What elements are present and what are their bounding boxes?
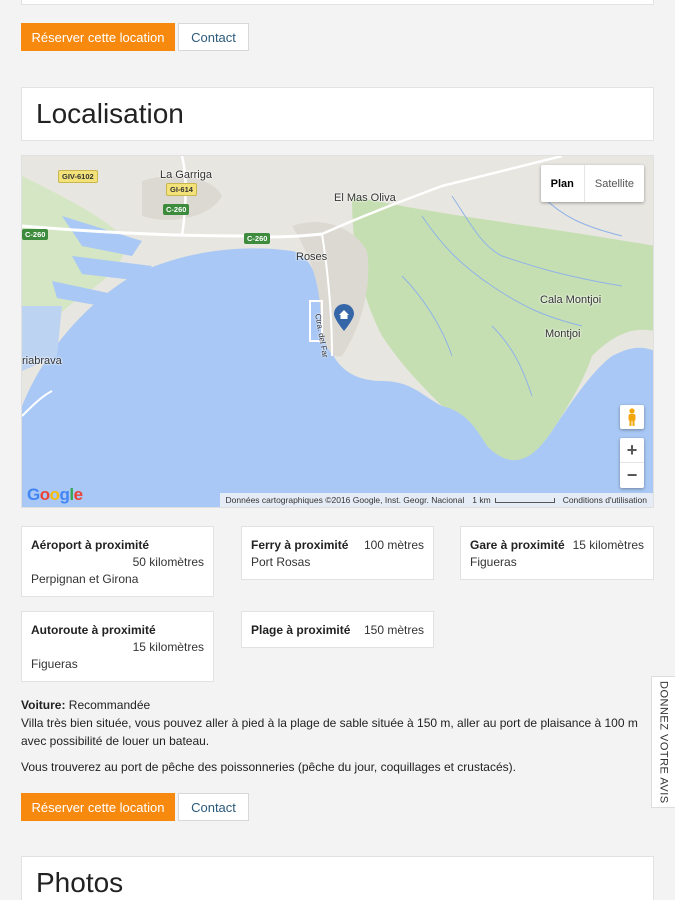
road-label-c260-c: C-260 xyxy=(22,229,49,240)
map-terms-link[interactable]: Conditions d'utilisation xyxy=(563,495,647,505)
location-section-title: Localisation xyxy=(21,87,654,141)
reserve-button-bottom[interactable]: Réserver cette location xyxy=(21,793,175,821)
highway-label: Autoroute à proximité xyxy=(31,623,156,637)
train-distance: 15 kilomètres xyxy=(572,538,644,552)
description-text-1: Villa très bien située, vous pouvez alle… xyxy=(21,716,638,748)
airport-card: Aéroport à proximité 50 kilomètres Perpi… xyxy=(21,526,214,597)
ferry-detail: Port Rosas xyxy=(251,555,311,569)
map-type-plan[interactable]: Plan xyxy=(541,165,585,202)
airport-distance: 50 kilomètres xyxy=(132,555,204,569)
place-cala-montjoi: Cala Montjoi xyxy=(540,294,602,306)
train-detail: Figueras xyxy=(470,555,517,569)
action-buttons-bottom: Réserver cette location Contact xyxy=(21,793,249,821)
previous-section-card xyxy=(21,0,654,5)
highway-distance: 15 kilomètres xyxy=(132,640,204,654)
map-attribution: Données cartographiques ©2016 Google, In… xyxy=(225,495,465,505)
description-text-2: Vous trouverez au port de pêche des pois… xyxy=(21,760,516,774)
road-label-c260-b: C-260 xyxy=(244,233,271,244)
map-scale: 1 km xyxy=(472,495,555,505)
map-type-satellite[interactable]: Satellite xyxy=(585,165,644,202)
reserve-button[interactable]: Réserver cette location xyxy=(21,23,175,51)
car-info: Voiture: Recommandée xyxy=(21,698,151,712)
map-type-control: Plan Satellite xyxy=(540,165,644,202)
highway-card: Autoroute à proximité 15 kilomètres Figu… xyxy=(21,611,214,682)
zoom-in-button[interactable]: + xyxy=(620,438,644,463)
road-label-giv6102: GIV-6102 xyxy=(58,170,98,183)
ferry-card: Ferry à proximité 100 mètres Port Rosas xyxy=(241,526,434,580)
feedback-tab[interactable]: DONNEZ VOTRE AVIS xyxy=(651,676,675,808)
google-logo: Google xyxy=(27,485,83,504)
beach-label: Plage à proximité xyxy=(251,623,351,637)
beach-distance: 150 mètres xyxy=(363,623,424,637)
road-label-gi614: GI-614 xyxy=(166,183,197,196)
zoom-control: + − xyxy=(620,438,644,488)
place-roses: Roses xyxy=(296,251,328,263)
place-riabrava: riabrava xyxy=(22,355,62,367)
feedback-tab-label: DONNEZ VOTRE AVIS xyxy=(657,680,670,804)
location-description: Voiture: Recommandée Villa très bien sit… xyxy=(21,696,651,784)
location-map[interactable]: GIV-6102 GI-614 C-260 C-260 C-260 La Gar… xyxy=(21,155,654,508)
map-attribution-bar: Données cartographiques ©2016 Google, In… xyxy=(219,493,653,507)
contact-button[interactable]: Contact xyxy=(178,23,249,51)
action-buttons-top: Réserver cette location Contact xyxy=(21,23,249,51)
pegman-icon[interactable] xyxy=(620,405,644,429)
photos-section-title: Photos xyxy=(21,856,654,900)
place-montjoi: Montjoi xyxy=(545,328,581,340)
beach-card: Plage à proximité 150 mètres xyxy=(241,611,434,648)
train-label: Gare à proximité xyxy=(470,538,565,552)
airport-label: Aéroport à proximité xyxy=(31,538,150,552)
place-el-mas-oliva: El Mas Oliva xyxy=(334,192,396,204)
zoom-out-button[interactable]: − xyxy=(620,463,644,488)
road-label-c260-a: C-260 xyxy=(163,204,190,215)
highway-detail: Figueras xyxy=(31,657,78,671)
train-card: Gare à proximité 15 kilomètres Figueras xyxy=(460,526,654,580)
ferry-distance: 100 mètres xyxy=(363,538,424,552)
place-la-garriga: La Garriga xyxy=(160,169,212,181)
contact-button-bottom[interactable]: Contact xyxy=(178,793,249,821)
house-marker-icon[interactable] xyxy=(333,304,355,332)
airport-detail: Perpignan et Girona xyxy=(31,572,139,586)
ferry-label: Ferry à proximité xyxy=(251,538,349,552)
